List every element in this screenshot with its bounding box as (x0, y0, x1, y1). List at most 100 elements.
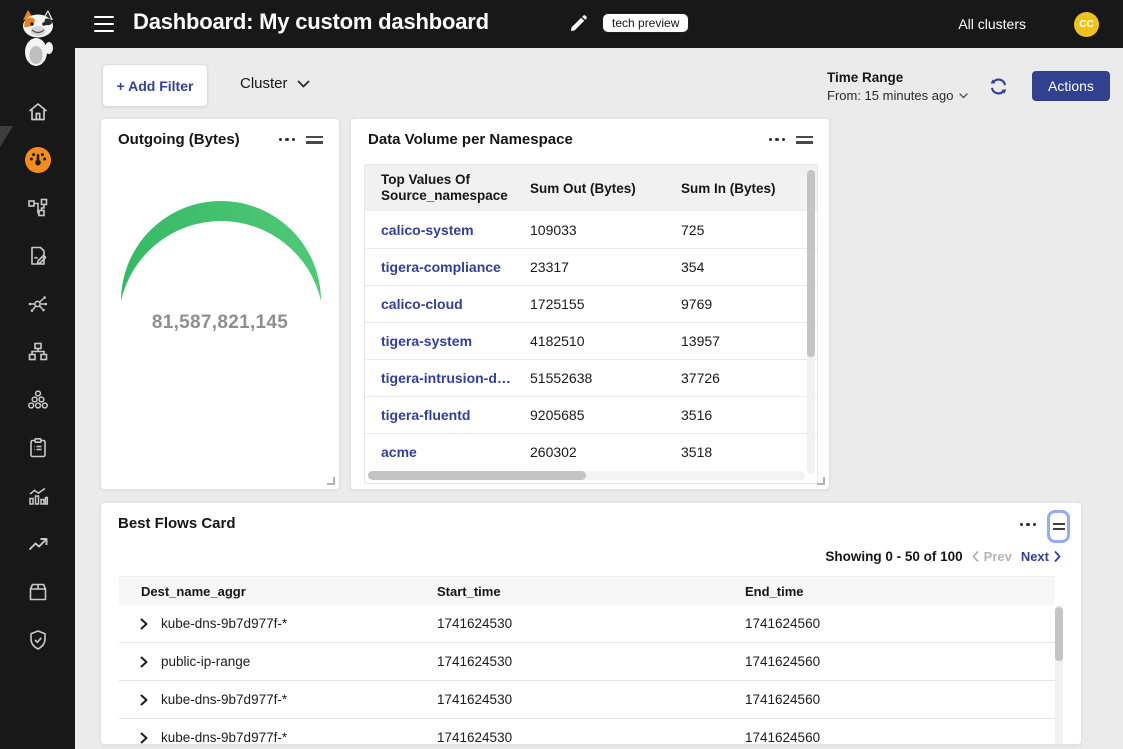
data-volume-card: Data Volume per Namespace Top Values Of … (350, 118, 830, 490)
namespace-link[interactable]: calico-system (381, 222, 530, 238)
sidebar-item-cluster-group[interactable] (0, 376, 75, 424)
topology-icon (26, 340, 50, 364)
dest-name-value: kube-dns-9b7d977f-* (161, 616, 287, 631)
sum-out-value: 51552638 (530, 370, 681, 386)
sidebar-item-service-graph[interactable] (0, 184, 75, 232)
vertical-scrollbar-thumb[interactable] (807, 170, 815, 357)
column-header: Dest_name_aggr (119, 584, 437, 599)
sum-in-value: 725 (681, 222, 817, 238)
dest-name-value: kube-dns-9b7d977f-* (161, 692, 287, 707)
time-range-control: Time Range From: 15 minutes ago (827, 70, 968, 103)
chevron-left-icon (972, 551, 979, 562)
best-flows-card: Best Flows Card Showing 0 - 50 of 100 Pr… (100, 502, 1082, 745)
compliance-clipboard-icon (26, 436, 50, 460)
sum-in-value: 37726 (681, 370, 817, 386)
namespace-link[interactable]: tigera-compliance (381, 259, 530, 275)
sum-in-value: 3518 (681, 444, 817, 460)
start-time-value: 1741624530 (437, 730, 745, 745)
sum-out-value: 260302 (530, 444, 681, 460)
prev-page-button[interactable]: Prev (972, 549, 1012, 564)
card-title: Data Volume per Namespace (368, 131, 573, 148)
statistics-chart-icon (26, 484, 50, 508)
end-time-value: 1741624560 (745, 616, 1055, 631)
expand-row-button[interactable] (139, 732, 149, 744)
card-menu-icon[interactable] (769, 138, 785, 141)
cluster-filter-label: Cluster (240, 75, 288, 92)
sidebar-item-network-flow[interactable] (0, 280, 75, 328)
start-time-value: 1741624530 (437, 654, 745, 669)
expand-row-icon[interactable] (139, 618, 149, 630)
table-row: kube-dns-9b7d977f-*17416245301741624560 (119, 681, 1055, 719)
vertical-scrollbar-thumb[interactable] (1055, 607, 1063, 661)
card-drag-handle-focused[interactable] (1047, 510, 1070, 543)
end-time-value: 1741624560 (745, 730, 1055, 745)
app-header: Dashboard: My custom dashboard tech prev… (0, 0, 1123, 48)
chevron-down-icon (959, 93, 968, 99)
horizontal-scrollbar-track (368, 471, 805, 480)
calico-cat-logo[interactable] (0, 8, 75, 68)
namespace-link[interactable]: calico-cloud (381, 296, 530, 312)
dest-name-value: public-ip-range (161, 654, 250, 669)
expand-row-button[interactable] (139, 618, 149, 630)
expand-row-icon[interactable] (139, 732, 149, 744)
table-row: calico-system109033725 (365, 211, 817, 248)
hamburger-menu-icon[interactable] (94, 16, 114, 32)
namespace-link[interactable]: acme (381, 444, 530, 460)
service-graph-icon (26, 196, 50, 220)
namespace-link[interactable]: tigera-system (381, 333, 530, 349)
sidebar-item-packages[interactable] (0, 568, 75, 616)
sidebar-item-statistics[interactable] (0, 472, 75, 520)
sidebar-item-policies[interactable] (0, 232, 75, 280)
cluster-filter-dropdown[interactable]: Cluster (240, 75, 310, 92)
add-filter-button[interactable]: + Add Filter (102, 64, 208, 107)
data-volume-table-body: calico-system109033725tigera-compliance2… (365, 211, 817, 470)
table-row: tigera-fluentd92056853516 (365, 396, 817, 433)
avatar[interactable]: CC (1074, 12, 1099, 37)
namespace-link[interactable]: tigera-intrusion-d… (381, 370, 530, 386)
expand-row-icon[interactable] (139, 656, 149, 668)
namespace-link[interactable]: tigera-fluentd (381, 407, 530, 423)
horizontal-scrollbar-thumb[interactable] (368, 471, 586, 480)
expand-row-button[interactable] (139, 656, 149, 668)
table-row: tigera-compliance23317354 (365, 248, 817, 285)
table-row: tigera-system418251013957 (365, 322, 817, 359)
sum-out-value: 1725155 (530, 296, 681, 312)
actions-button[interactable]: Actions (1032, 71, 1110, 101)
cluster-scope-selector[interactable]: All clusters (958, 16, 1026, 32)
edit-dashboard-icon[interactable] (569, 14, 588, 38)
time-range-selector[interactable]: From: 15 minutes ago (827, 88, 968, 103)
table-row: tigera-intrusion-d…5155263837726 (365, 359, 817, 396)
pagination: Showing 0 - 50 of 100 Prev Next (825, 549, 1061, 564)
sum-out-value: 9205685 (530, 407, 681, 423)
refresh-icon[interactable] (988, 76, 1009, 102)
next-page-button[interactable]: Next (1021, 549, 1061, 564)
sum-out-value: 23317 (530, 259, 681, 275)
sum-in-value: 13957 (681, 333, 817, 349)
sidebar-item-compliance[interactable] (0, 424, 75, 472)
card-drag-handle-icon[interactable] (796, 136, 813, 144)
sidebar (0, 0, 75, 749)
sidebar-item-dashboard[interactable] (0, 136, 75, 184)
sidebar-item-topology[interactable] (0, 328, 75, 376)
sum-in-value: 9769 (681, 296, 817, 312)
expand-row-icon[interactable] (139, 694, 149, 706)
sidebar-item-home[interactable] (0, 88, 75, 136)
sum-out-value: 109033 (530, 222, 681, 238)
table-header-row: Top Values Of Source_namespace Sum Out (… (365, 165, 817, 211)
card-resize-handle[interactable] (327, 477, 335, 485)
card-resize-handle[interactable] (817, 477, 825, 485)
column-header: Top Values Of Source_namespace (381, 172, 521, 204)
sidebar-item-security[interactable] (0, 616, 75, 664)
security-shield-icon (26, 628, 50, 652)
sidebar-item-trends[interactable] (0, 520, 75, 568)
expand-row-button[interactable] (139, 694, 149, 706)
table-row: public-ip-range17416245301741624560 (119, 643, 1055, 681)
chevron-down-icon (297, 80, 310, 88)
page-title: Dashboard: My custom dashboard (133, 9, 489, 35)
data-volume-table: Top Values Of Source_namespace Sum Out (… (364, 164, 818, 484)
sidebar-nav (0, 88, 75, 664)
outgoing-bytes-card: Outgoing (Bytes) 81,587,821,145 (100, 118, 340, 490)
table-header-row: Dest_name_aggr Start_time End_time (119, 576, 1055, 605)
card-menu-icon[interactable] (1020, 523, 1036, 526)
start-time-value: 1741624530 (437, 616, 745, 631)
